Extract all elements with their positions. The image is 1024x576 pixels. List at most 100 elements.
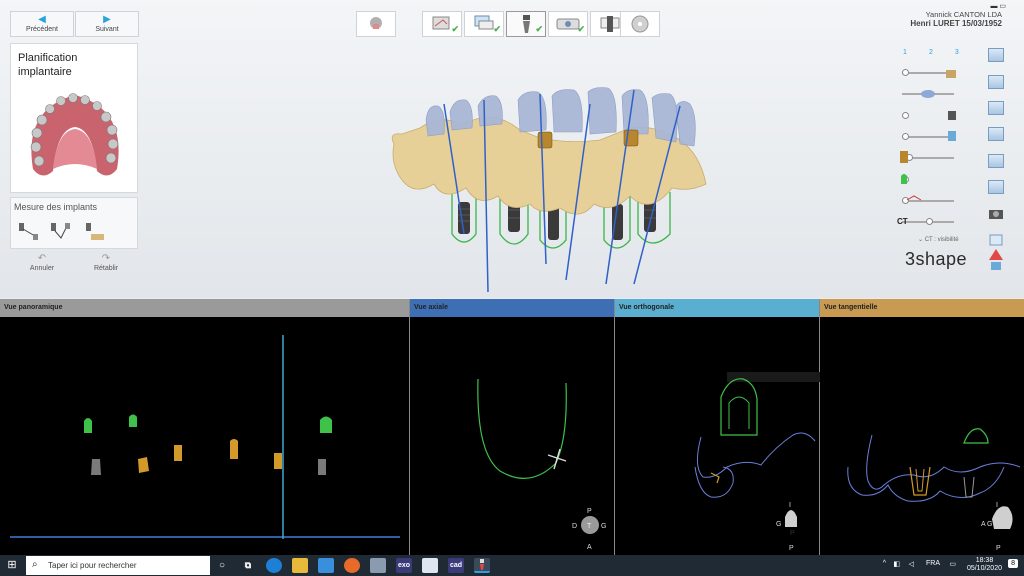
remote-icon[interactable] [370,558,386,573]
window-controls[interactable]: ▬ ▭ [990,2,1006,10]
view-title: Vue panoramique [4,304,63,311]
orientation-center-label: T [587,523,592,530]
check-icon: ✔ [493,24,501,34]
volume-icon[interactable]: ◁ [909,560,914,568]
step-alignment[interactable]: ✔ [464,11,504,37]
step-export[interactable] [620,11,660,37]
panoramic-canvas[interactable] [0,317,410,555]
view-header: Vue tangentielle [820,299,1024,317]
axial-view[interactable]: Vue axiale P D T G A [410,299,615,555]
bone-measure-icon[interactable] [83,220,107,242]
undo-button[interactable]: ↶ Annuler [12,253,72,279]
orthogonal-canvas[interactable]: I G P P [615,317,831,555]
jaw-thumbnail[interactable] [23,89,127,185]
view-back-icon[interactable] [988,101,1004,115]
language-indicator[interactable]: FRA [926,560,940,567]
angle-measure-icon[interactable] [49,220,73,242]
cortana-icon[interactable]: ○ [214,558,230,573]
task-view-icon[interactable]: ⧉ [240,558,256,573]
operator-name: Yannick CANTON LDA [925,10,1002,19]
panoramic-view[interactable]: Vue panoramique [0,299,410,555]
windows-start-icon[interactable]: ⊞ [0,555,24,576]
cad-app-icon[interactable]: cad [448,558,464,573]
step-guide[interactable]: ✔ [548,11,588,37]
orientation-bottom-label: A [587,544,592,551]
orientation-center-label: P [790,530,795,537]
view-cube-icon[interactable] [988,48,1004,62]
crown-layer-icon [946,70,956,78]
step-implant-planning[interactable]: ✔ [506,11,546,37]
history-panel: ↶ Annuler ↷ Rétablir [10,253,138,279]
workspace-3d: ◀ Précédent ▶ Suivant Planification impl… [0,0,1024,298]
view-top-icon[interactable] [988,180,1004,194]
orientation-left-second-label: G [987,521,992,528]
disc-icon [631,15,649,33]
mail-icon[interactable] [318,558,334,573]
tray-overflow-icon[interactable]: ^ [883,560,886,567]
network-icon[interactable]: ◧ [893,560,900,568]
orientation-left-label: A [981,521,986,528]
ct-visibility-label: CT : visibilité [924,237,959,243]
cad-label: cad [449,562,463,569]
patient-head-icon [370,17,382,29]
layer-tabs[interactable]: 1 2 3 [903,49,979,56]
brand-logo: 3shape [905,249,968,269]
scanner-app-icon[interactable] [422,558,438,573]
abutment-layer-icon [948,111,956,120]
edge-icon[interactable] [266,558,282,573]
step-patient[interactable] [356,11,396,37]
view-left-icon[interactable] [988,127,1004,141]
orientation-top-label: I [789,502,791,509]
redo-button[interactable]: ↷ Rétablir [76,253,136,279]
ct-visibility-toggle[interactable]: ⌄ CT : visibilité [918,236,959,243]
warning-icon[interactable] [988,248,1004,272]
check-icon: ✔ [577,24,585,34]
view-title: Vue axiale [414,304,448,311]
taskbar-search-box[interactable]: ⌕ Taper ici pour rechercher [26,556,210,575]
orientation-bottom-label: P [996,545,1001,552]
notification-center-icon[interactable]: 8 [1008,559,1018,568]
slider-handle[interactable] [902,69,909,76]
windows-taskbar: ⊞ ⌕ Taper ici pour rechercher ○ ⧉ exo ca… [0,555,1024,576]
implant-studio-icon[interactable] [474,558,490,573]
clock-time: 18:38 [975,557,994,564]
previous-button[interactable]: ◀ Précédent [10,11,74,37]
previous-label: Précédent [26,26,58,33]
camera-icon[interactable] [988,206,1004,220]
layer-tab-3[interactable]: 3 [955,49,979,56]
layer-tab-1[interactable]: 1 [903,49,927,56]
orientation-top-label: P [587,508,592,515]
view-front-icon[interactable] [988,75,1004,89]
guide-layer-icon [901,174,907,184]
bone-layer-icon [948,131,956,141]
file-explorer-icon[interactable] [292,558,308,573]
orthogonal-view[interactable]: Vue orthogonale I G P P [615,299,831,555]
axial-canvas[interactable]: P D T G A [410,317,615,555]
distance-measure-icon[interactable] [17,220,41,242]
patient-info: Yannick CANTON LDA Henri LURET 15/03/195… [910,10,1002,28]
undo-label: Annuler [29,265,55,272]
slider-handle[interactable] [902,112,909,119]
patient-name: Henri LURET 15/03/1952 [910,19,1002,28]
slider-handle[interactable] [926,218,933,225]
view-right-icon[interactable] [988,154,1004,168]
orientation-left-label: D [572,523,577,530]
view-header: Vue orthogonale [615,299,819,317]
clock[interactable]: 18:38 05/10/2020 [967,557,1002,573]
exocad-icon[interactable]: exo [396,558,412,573]
redo-icon: ↷ [101,253,111,264]
scan-layer-icon [921,90,935,98]
export-icon[interactable] [988,232,1004,246]
firefox-icon[interactable] [344,558,360,573]
step-scan[interactable]: ✔ [422,11,462,37]
notification-count: 8 [1011,560,1015,567]
ct-opacity-slider[interactable] [902,218,954,225]
3d-model-viewport[interactable] [380,84,720,294]
slider-handle[interactable] [902,133,909,140]
layer-tab-2[interactable]: 2 [929,49,953,56]
tangential-view[interactable]: Vue tangentielle I A G P [820,299,1024,555]
tangential-canvas[interactable]: I A G P [820,317,1024,555]
next-button[interactable]: ▶ Suivant [75,11,139,37]
keyboard-icon[interactable]: ▭ [949,560,956,568]
exocad-label: exo [397,562,411,569]
